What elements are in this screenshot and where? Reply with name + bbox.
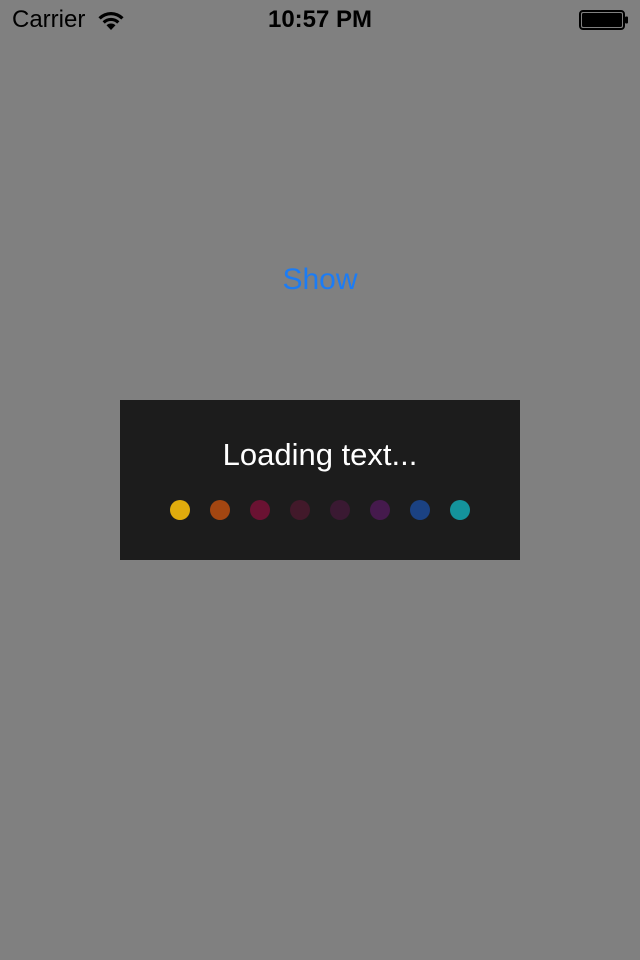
loading-text: Loading text...: [222, 437, 418, 472]
status-bar: Carrier 10:57 PM: [0, 0, 640, 40]
loading-dot: [290, 500, 310, 520]
loading-dot: [250, 500, 270, 520]
loading-dot: [170, 500, 190, 520]
loading-dot: [450, 500, 470, 520]
battery-icon: [579, 10, 628, 30]
loading-dots: [170, 500, 470, 520]
loading-hud: Loading text...: [120, 400, 520, 560]
loading-dot: [410, 500, 430, 520]
loading-dot: [210, 500, 230, 520]
clock-time: 10:57 PM: [267, 6, 373, 33]
show-button[interactable]: Show: [220, 258, 420, 302]
loading-dot: [330, 500, 350, 520]
loading-dot: [370, 500, 390, 520]
